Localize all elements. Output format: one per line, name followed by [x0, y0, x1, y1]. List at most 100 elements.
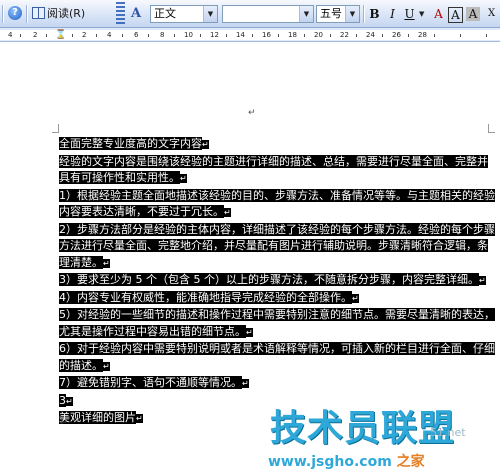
paragraph-mark: ↵ — [66, 396, 73, 406]
paragraph-text: 3 — [59, 393, 66, 407]
paragraph-text: 1）根据经验主题全面地描述该经验的目的、步骤方法、准备情况等等。与主题相关的经验… — [59, 188, 495, 218]
paragraph-mark: ↵ — [180, 174, 187, 183]
horizontal-ruler[interactable]: 4 2 ⌛ 2 4 6 8 10 12 14 16 18 20 22 24 26… — [0, 28, 500, 42]
paragraph: 4）内容专业有权威性，能准确地指导完成经验的全部操作。↵ — [59, 290, 497, 308]
ruler-number: 6 — [134, 31, 139, 39]
ruler-tick — [304, 34, 305, 37]
paragraph: 5）对经验的一些细节的描述和操作过程中需要特别注意的细节点。需要尽量清晰的表达，… — [59, 307, 497, 341]
paragraph: 经验的文字内容是围绕该经验的主题进行详细的描述、总结，需要进行尽量全面、完整并具… — [59, 154, 497, 188]
paragraph: 6）对于经验内容中需要特别说明或者是术语解释等情况，可插入新的栏目进行全面、仔细… — [59, 341, 497, 375]
style-select[interactable]: 正文 ▼ — [150, 5, 218, 23]
ruler-number: 22 — [340, 31, 349, 39]
paragraph-mark: ↵ — [136, 414, 143, 423]
end-paragraph-mark: ↵ — [60, 418, 68, 428]
ruler-number: 4 — [8, 31, 13, 39]
ruler-number: 8 — [160, 31, 165, 39]
font-color-button[interactable]: A — [430, 5, 447, 23]
font-size-select[interactable]: 五号 ▼ — [316, 5, 360, 23]
chevron-down-icon[interactable]: ▼ — [203, 6, 217, 22]
char-border-button[interactable]: A — [448, 7, 463, 23]
margin-corner-mark — [488, 124, 495, 133]
ruler-tick — [148, 34, 149, 37]
ruler-tick — [200, 34, 201, 37]
ruler-number: 2 — [33, 31, 38, 39]
styles-pane-icon[interactable]: A — [131, 6, 141, 21]
ruler-tick — [382, 34, 383, 37]
watermark-domain-text: 51.net — [430, 426, 466, 439]
paragraph-text: 全面完整专业度高的文字内容 — [59, 137, 202, 150]
paragraph-mark: ↵ — [103, 258, 110, 268]
empty-paragraph-mark: ↵ — [248, 108, 256, 118]
toolbar-separator — [363, 5, 365, 23]
ruler-number: 4 — [107, 31, 112, 39]
formatting-toolbar: ? 阅读(R) A 正文 ▼ ▼ 五号 ▼ B I U ▼ A A A X — [0, 0, 500, 28]
underline-dropdown-icon[interactable]: ▼ — [419, 5, 424, 23]
paragraph: 1）根据经验主题全面地描述该经验的目的、步骤方法、准备情况等等。与主题相关的经验… — [59, 188, 497, 222]
paragraph-text: 3）要求至少为 5 个（包含 5 个）以上的步骤方法，不随意拆分步骤，内容完整详… — [59, 273, 479, 286]
document-body[interactable]: 全面完整专业度高的文字内容↵ 经验的文字内容是围绕该经验的主题进行详细的描述、总… — [59, 136, 497, 428]
paragraph-mark: ↵ — [224, 208, 231, 217]
ruler-number: 26 — [392, 31, 401, 39]
ruler-tick — [20, 34, 21, 37]
underline-button[interactable]: U — [401, 5, 418, 23]
ruler-number: 2 — [82, 31, 87, 39]
paragraph-text: 美观详细的图片 — [59, 411, 136, 424]
italic-button[interactable]: I — [384, 5, 401, 23]
watermark-url-text: www.jsgho.com — [268, 454, 392, 470]
ruler-number: 20 — [314, 31, 323, 39]
char-shading-button[interactable]: A — [466, 7, 480, 21]
paragraph-mark: ↵ — [478, 276, 486, 285]
ruler-tick — [486, 34, 487, 37]
paragraph: 3）要求至少为 5 个（包含 5 个）以上的步骤方法，不随意拆分步骤，内容完整详… — [59, 272, 497, 290]
ruler-tick — [46, 34, 47, 37]
ruler-tick — [96, 34, 97, 37]
read-button[interactable]: 阅读(R) — [47, 5, 85, 23]
ruler-number: 10 — [184, 31, 193, 39]
ruler-tick — [122, 34, 123, 37]
ruler-tick — [408, 34, 409, 37]
read-mode-icon — [32, 7, 45, 19]
paragraph-mark: ↵ — [103, 361, 110, 371]
paragraph-text: 7）避免错别字、语句不通顺等情况。 — [59, 376, 242, 389]
ruler-tick — [460, 34, 461, 37]
paragraph: 2）步骤方法部分是经验的主体内容，详细描述了该经验的每个步骤方法。经验的每个步骤… — [59, 222, 497, 273]
ruler-tick — [434, 34, 435, 37]
paragraph-mark: ↵ — [246, 327, 253, 337]
paragraph-text: 2）步骤方法部分是经验的主体内容，详细描述了该经验的每个步骤方法。经验的每个步骤… — [59, 222, 495, 269]
bold-button[interactable]: B — [366, 5, 383, 23]
toolbar-drag-handle[interactable] — [116, 2, 125, 26]
ruler-tick — [72, 34, 73, 37]
paragraph: 7）避免错别字、语句不通顺等情况。↵ — [59, 375, 497, 393]
watermark-suffix-text: 之家 — [396, 454, 425, 470]
margin-corner-mark — [52, 124, 59, 133]
ruler-tick — [226, 34, 227, 37]
help-icon[interactable]: ? — [8, 6, 22, 20]
paragraph-mark: ↵ — [202, 140, 209, 149]
paragraph-text: 6）对于经验内容中需要特别说明或者是术语解释等情况，可插入新的栏目进行全面、仔细… — [59, 342, 495, 372]
char-scale-button[interactable]: X — [483, 5, 500, 23]
paragraph-text: 5）对经验的一些细节的描述和操作过程中需要特别注意的细节点。需要尽量清晰的表达，… — [59, 308, 495, 338]
ruler-tick — [330, 34, 331, 37]
ruler-body: 4 2 ⌛ 2 4 6 8 10 12 14 16 18 20 22 24 26… — [0, 30, 500, 40]
ruler-number: 12 — [210, 31, 219, 39]
paragraph-text: 经验的文字内容是围绕该经验的主题进行详细的描述、总结，需要进行尽量全面、完整并具… — [59, 154, 488, 184]
watermark-url: www.jsgho.com 之家 — [268, 452, 500, 472]
ruler-number: 28 — [418, 31, 427, 39]
paragraph-mark: ↵ — [242, 379, 249, 388]
paragraph-mark: ↵ — [352, 293, 359, 303]
ruler-number: 14 — [236, 31, 245, 39]
toolbar-separator — [2, 5, 4, 23]
style-select-value: 正文 — [154, 7, 176, 20]
paragraph: 全面完整专业度高的文字内容↵ — [59, 136, 497, 154]
ruler-number: 24 — [366, 31, 375, 39]
ruler-tick — [174, 34, 175, 37]
chevron-down-icon[interactable]: ▼ — [345, 6, 359, 22]
toolbar-separator — [26, 5, 28, 23]
paragraph-text: 4）内容专业有权威性，能准确地指导完成经验的全部操作。 — [59, 290, 352, 304]
chevron-down-icon[interactable]: ▼ — [299, 6, 313, 22]
ruler-tick — [356, 34, 357, 37]
ruler-tick — [252, 34, 253, 37]
font-name-select[interactable]: ▼ — [222, 5, 314, 23]
ruler-number: 18 — [288, 31, 297, 39]
first-line-indent-marker[interactable]: ⌛ — [55, 30, 66, 40]
